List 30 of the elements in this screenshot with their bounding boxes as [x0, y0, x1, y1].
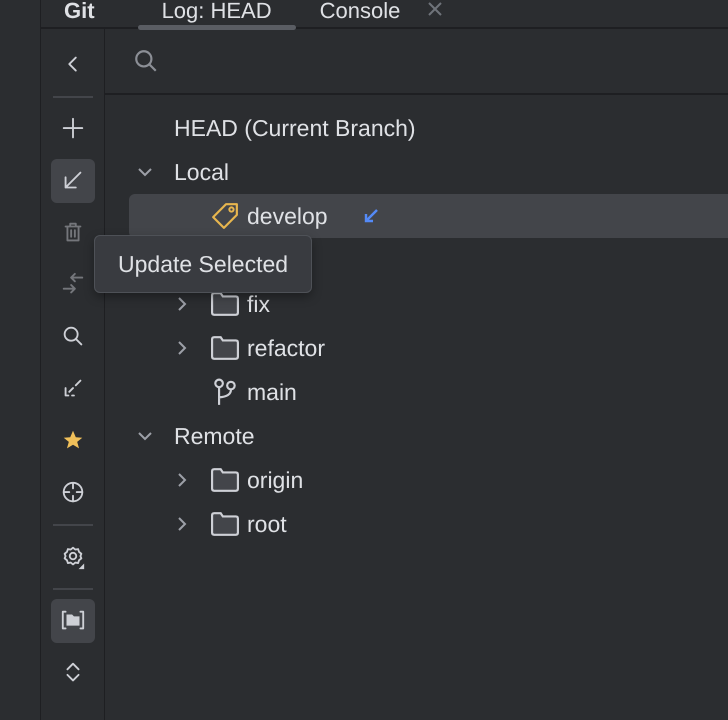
tree-row[interactable]: Remote: [129, 414, 728, 458]
branch-name: main: [247, 378, 297, 406]
tree-group-label: Local: [174, 158, 229, 186]
folder-icon: [211, 292, 239, 316]
tab[interactable]: Log: HEAD: [138, 0, 296, 27]
folder-name: fix: [247, 290, 270, 318]
folder-icon: [211, 336, 239, 360]
arrow-down-left-button[interactable]: [50, 159, 94, 203]
folder-icon: [211, 512, 239, 536]
folder-name: origin: [247, 466, 304, 494]
tree-row[interactable]: main: [129, 370, 728, 414]
tree-row[interactable]: Local: [129, 150, 728, 194]
tree-row[interactable]: HEAD (Current Branch): [129, 106, 728, 150]
folder-name: refactor: [247, 334, 325, 362]
branch-name: develop: [247, 202, 328, 230]
search-icon: [133, 48, 159, 74]
tool-window-title: Git: [64, 0, 95, 22]
tab[interactable]: Console: [296, 0, 466, 27]
bracketed-folder-button[interactable]: [50, 599, 94, 643]
tree-row[interactable]: root: [129, 502, 728, 546]
tooltip: Update Selected: [94, 235, 312, 293]
close-icon[interactable]: [428, 2, 442, 16]
head-label: HEAD (Current Branch): [174, 114, 416, 142]
tag-icon: [211, 202, 239, 230]
folder-icon: [211, 468, 239, 492]
tree-group-label: Remote: [174, 422, 255, 450]
tree-row[interactable]: refactor: [129, 326, 728, 370]
folder-name: root: [247, 510, 287, 538]
tree-row[interactable]: origin: [129, 458, 728, 502]
tree-row[interactable]: develop: [129, 194, 728, 238]
